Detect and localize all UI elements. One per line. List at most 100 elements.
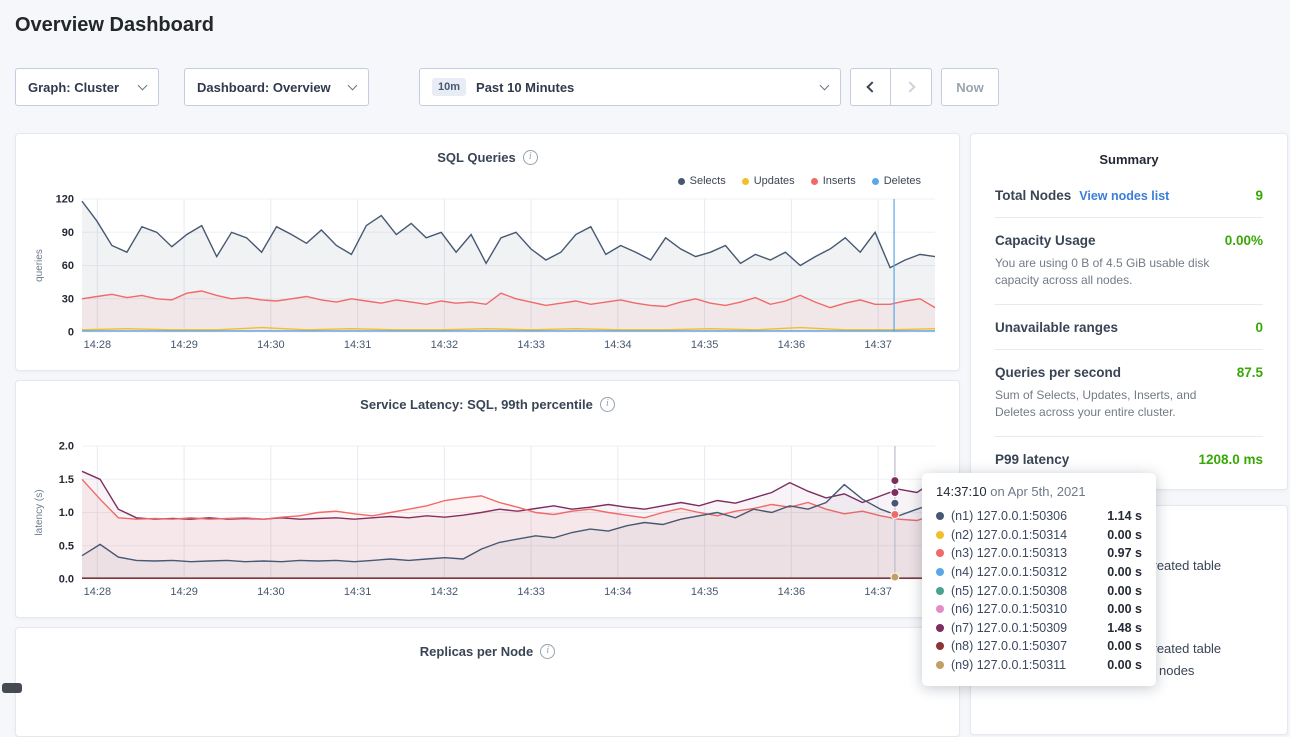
svg-text:1.5: 1.5 [59,474,74,486]
svg-text:14:36: 14:36 [778,339,806,351]
svg-text:14:34: 14:34 [604,586,632,598]
tooltip-node-row: (n7) 127.0.0.1:50309 1.48 s [936,619,1142,638]
node-latency-value: 0.00 s [1107,602,1142,616]
tooltip-node-row: (n8) 127.0.0.1:50307 0.00 s [936,637,1142,656]
capacity-label: Capacity Usage [995,233,1096,248]
replicas-per-node-card: Replicas per Node i [15,627,960,737]
unavailable-ranges-value: 0 [1255,320,1263,335]
info-icon[interactable]: i [523,150,538,165]
dashboard-dropdown[interactable]: Dashboard: Overview [184,68,369,106]
chart-hover-tooltip: 14:37:10 on Apr 5th, 2021 (n1) 127.0.0.1… [922,473,1156,686]
page-title: Overview Dashboard [15,14,214,37]
tooltip-node-row: (n1) 127.0.0.1:50306 1.14 s [936,507,1142,526]
time-range-label: Past 10 Minutes [476,80,574,95]
svg-text:1.0: 1.0 [59,507,74,519]
legend-dot-icon [742,178,749,185]
legend-dot-icon [872,178,879,185]
event-item: created table [1146,641,1221,656]
legend-item[interactable]: Selects [678,175,726,187]
node-color-dot-icon [936,512,944,520]
sql-queries-title-row: SQL Queries i [16,134,959,165]
svg-text:14:31: 14:31 [344,339,372,351]
svg-text:14:33: 14:33 [517,339,545,351]
summary-row-p99: P99 latency 1208.0 ms [995,437,1263,467]
view-nodes-list-link[interactable]: View nodes list [1079,189,1169,203]
replicas-title: Replicas per Node [420,644,533,659]
info-icon[interactable]: i [600,397,615,412]
service-latency-title: Service Latency: SQL, 99th percentile [360,397,593,412]
svg-text:14:32: 14:32 [431,339,459,351]
tooltip-rows: (n1) 127.0.0.1:50306 1.14 s (n2) 127.0.0… [936,507,1142,674]
now-button[interactable]: Now [941,68,999,106]
sql-queries-chart[interactable]: 030609012014:2814:2914:3014:3114:3214:33… [30,191,945,356]
svg-text:14:31: 14:31 [344,586,372,598]
replicas-title-row: Replicas per Node i [16,628,959,659]
service-latency-card: Service Latency: SQL, 99th percentile i … [15,380,960,618]
sql-queries-card: SQL Queries i Selects Updates Inserts De… [15,133,960,371]
node-color-dot-icon [936,568,944,576]
svg-text:0.5: 0.5 [59,540,74,552]
tooltip-node-row: (n6) 127.0.0.1:50310 0.00 s [936,600,1142,619]
summary-panel: Summary Total Nodes View nodes list 9 Ca… [970,133,1288,490]
summary-row-total-nodes: Total Nodes View nodes list 9 [995,173,1263,203]
time-range-content: 10m Past 10 Minutes [432,78,574,96]
node-address: (n1) 127.0.0.1:50306 [951,509,1100,523]
node-address: (n8) 127.0.0.1:50307 [951,639,1100,653]
node-address: (n4) 127.0.0.1:50312 [951,565,1100,579]
tooltip-time: 14:37:10 [936,484,987,499]
service-latency-title-row: Service Latency: SQL, 99th percentile i [16,381,959,412]
legend-item[interactable]: Deletes [872,175,921,187]
chevron-down-icon [348,80,358,90]
svg-text:14:37: 14:37 [864,586,892,598]
node-address: (n2) 127.0.0.1:50314 [951,528,1100,542]
svg-text:14:28: 14:28 [84,339,112,351]
svg-text:0: 0 [68,327,74,339]
svg-text:14:32: 14:32 [431,586,459,598]
qps-description: Sum of Selects, Updates, Inserts, and De… [995,387,1263,422]
dashboard-dropdown-label: Dashboard: Overview [197,80,331,95]
info-icon[interactable]: i [540,644,555,659]
node-address: (n6) 127.0.0.1:50310 [951,602,1100,616]
summary-row-unavailable: Unavailable ranges 0 [995,305,1263,335]
service-latency-chart[interactable]: 0.00.51.01.52.014:2814:2914:3014:3114:32… [30,438,945,603]
tooltip-node-row: (n2) 127.0.0.1:50314 0.00 s [936,526,1142,545]
legend-item[interactable]: Updates [742,175,795,187]
node-latency-value: 0.00 s [1107,584,1142,598]
legend-item[interactable]: Inserts [811,175,856,187]
node-color-dot-icon [936,624,944,632]
svg-text:14:33: 14:33 [517,586,545,598]
chevron-right-icon [904,81,915,92]
node-latency-value: 0.00 s [1107,528,1142,542]
summary-row-qps: Queries per second 87.5 [995,350,1263,380]
legend-dot-icon [811,178,818,185]
legend-dot-icon [678,178,685,185]
svg-text:14:35: 14:35 [691,339,719,351]
time-step-back-button[interactable] [850,68,891,106]
node-color-dot-icon [936,587,944,595]
svg-text:14:36: 14:36 [778,586,806,598]
node-color-dot-icon [936,531,944,539]
svg-text:14:30: 14:30 [257,586,285,598]
node-latency-value: 0.97 s [1107,546,1142,560]
legend-label: Updates [754,175,795,187]
node-address: (n5) 127.0.0.1:50308 [951,584,1100,598]
bottom-left-widget[interactable] [2,683,22,693]
time-step-forward-button[interactable] [891,68,932,106]
summary-title: Summary [995,152,1263,167]
svg-text:latency (s): latency (s) [34,489,45,535]
time-range-dropdown[interactable]: 10m Past 10 Minutes [419,68,841,106]
legend-label: Inserts [823,175,856,187]
tooltip-node-row: (n4) 127.0.0.1:50312 0.00 s [936,563,1142,582]
tooltip-timestamp: 14:37:10 on Apr 5th, 2021 [936,484,1142,499]
qps-label: Queries per second [995,365,1121,380]
svg-text:14:35: 14:35 [691,586,719,598]
sql-queries-legend: Selects Updates Inserts Deletes [16,165,959,187]
legend-label: Selects [690,175,726,187]
time-range-badge: 10m [432,78,466,96]
p99-latency-label: P99 latency [995,452,1069,467]
svg-text:queries: queries [34,249,45,282]
event-item: created table [1146,558,1221,573]
capacity-value: 0.00% [1225,233,1263,248]
chevron-down-icon [138,80,148,90]
graph-dropdown[interactable]: Graph: Cluster [15,68,159,106]
